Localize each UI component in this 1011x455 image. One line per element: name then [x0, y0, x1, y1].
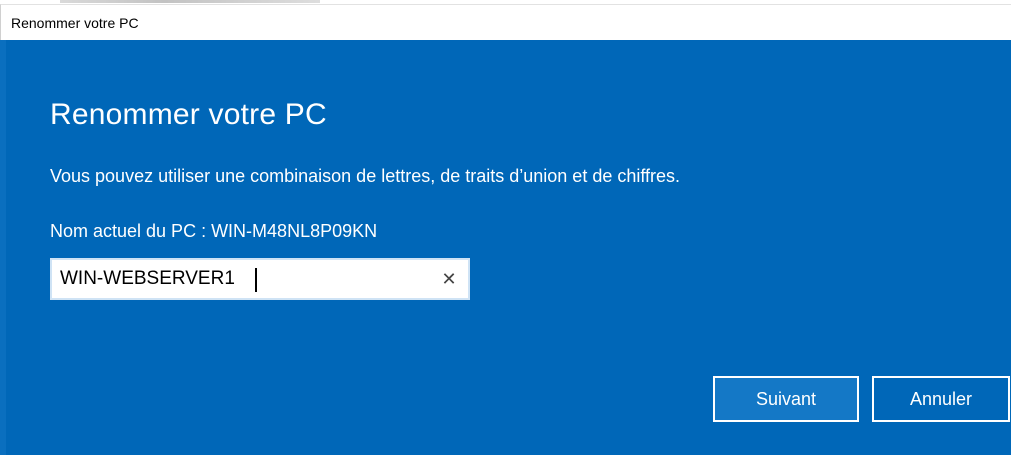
next-button[interactable]: Suivant — [713, 376, 859, 422]
new-name-input[interactable] — [60, 266, 420, 292]
title-bar[interactable]: Renommer votre PC — [0, 4, 1011, 40]
dialog-description: Vous pouvez utiliser une combinaison de … — [50, 166, 681, 186]
window-title: Renommer votre PC — [11, 15, 139, 31]
new-name-field[interactable]: ✕ — [50, 258, 470, 300]
current-pc-name-label: Nom actuel du PC : WIN-M48NL8P09KN — [50, 221, 378, 241]
text-caret — [255, 268, 257, 292]
cancel-button[interactable]: Annuler — [872, 376, 1010, 422]
rename-pc-window: Renommer votre PC Renommer votre PC Vous… — [0, 0, 1011, 455]
blurred-background-text — [60, 0, 320, 3]
dialog-heading: Renommer votre PC — [50, 98, 327, 131]
rename-dialog: Renommer votre PC Vous pouvez utiliser u… — [0, 40, 1011, 455]
close-icon[interactable]: ✕ — [438, 268, 460, 290]
